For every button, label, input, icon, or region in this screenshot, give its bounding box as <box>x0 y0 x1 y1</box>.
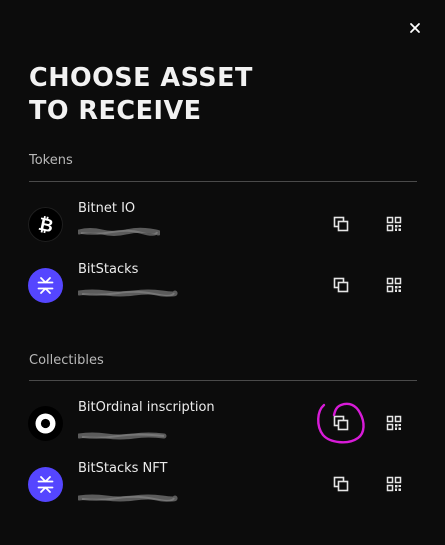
copy-icon <box>333 476 349 492</box>
tokens-section-label: Tokens <box>29 153 73 168</box>
qr-code-icon <box>386 216 402 232</box>
copy-address-button[interactable] <box>330 473 352 495</box>
asset-row-bitordinal-inscription: BitOrdinal inscription <box>0 395 445 451</box>
tokens-divider <box>29 181 417 182</box>
close-icon <box>410 23 420 33</box>
asset-name: BitOrdinal inscription <box>78 400 215 415</box>
asset-name: BitStacks <box>78 262 139 277</box>
title-line-1: CHOOSE ASSET <box>29 63 253 93</box>
collectibles-section-label: Collectibles <box>29 353 104 368</box>
bitcoin-icon: ₿ <box>28 207 63 242</box>
copy-icon <box>333 216 349 232</box>
qr-code-icon <box>386 476 402 492</box>
asset-row-bitstacks-nft: BitStacks NFT <box>0 456 445 512</box>
qr-code-icon <box>386 277 402 293</box>
asset-address-redacted <box>76 426 168 440</box>
copy-address-button[interactable] <box>330 213 352 235</box>
close-button[interactable] <box>405 18 425 38</box>
copy-address-button[interactable] <box>330 274 352 296</box>
title-line-2: TO RECEIVE <box>29 96 202 126</box>
show-qr-code-button[interactable] <box>383 473 405 495</box>
show-qr-code-button[interactable] <box>383 412 405 434</box>
page-title: CHOOSE ASSET TO RECEIVE <box>29 62 253 128</box>
asset-address-redacted <box>76 488 178 502</box>
asset-row-bitstacks: BitStacks <box>0 257 445 313</box>
ordinal-icon <box>28 406 63 441</box>
collectibles-divider <box>29 380 417 381</box>
stacks-icon <box>28 268 63 303</box>
show-qr-code-button[interactable] <box>383 213 405 235</box>
asset-name: BitStacks NFT <box>78 461 168 476</box>
copy-icon <box>333 277 349 293</box>
asset-address-redacted <box>76 222 162 236</box>
stacks-icon <box>28 467 63 502</box>
asset-address-redacted <box>76 283 178 297</box>
asset-row-bitnet-io: ₿ Bitnet IO <box>0 196 445 252</box>
annotation-circle <box>314 396 368 452</box>
show-qr-code-button[interactable] <box>383 274 405 296</box>
qr-code-icon <box>386 415 402 431</box>
asset-name: Bitnet IO <box>78 201 136 216</box>
